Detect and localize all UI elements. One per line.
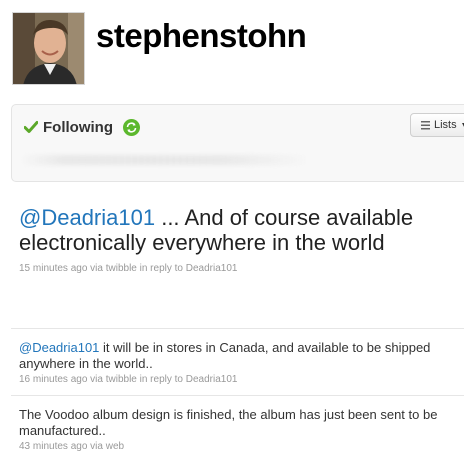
list-icon — [421, 120, 430, 129]
timeline-tweet: The Voodoo album design is finished, the… — [19, 407, 449, 452]
featured-tweet-meta: 15 minutes ago via twibble in reply to D… — [19, 263, 238, 274]
mention-link[interactable]: @Deadria101 — [19, 340, 99, 355]
profile-avatar[interactable] — [12, 12, 85, 85]
tweet-text: The Voodoo album design is finished, the… — [19, 407, 449, 439]
timeline-tweet: @Deadria101 it will be in stores in Cana… — [19, 340, 449, 385]
featured-tweet-text: @Deadria101 ... And of course available … — [19, 205, 459, 255]
following-label: Following — [43, 118, 113, 136]
tweet-body: The Voodoo album design is finished, the… — [19, 407, 438, 438]
avatar-image — [13, 13, 84, 84]
tweet-text: @Deadria101 it will be in stores in Cana… — [19, 340, 449, 372]
follow-status-panel: Following Lists ▼ — [11, 104, 464, 182]
lists-button[interactable]: Lists ▼ — [410, 113, 464, 137]
featured-tweet: @Deadria101 ... And of course available … — [19, 205, 459, 274]
caret-down-icon: ▼ — [461, 122, 464, 129]
tweet-meta: 43 minutes ago via web — [19, 441, 125, 452]
profile-username: stephenstohn — [96, 17, 307, 54]
tweet-divider — [11, 395, 464, 396]
lists-label: Lists — [434, 119, 457, 131]
mention-link[interactable]: @Deadria101 — [19, 205, 155, 230]
obscured-text — [20, 155, 310, 165]
following-status: Following — [24, 117, 140, 137]
tweet-divider — [11, 328, 464, 329]
check-icon — [24, 121, 38, 133]
refresh-icon[interactable] — [122, 118, 140, 136]
tweet-meta: 16 minutes ago via twibble in reply to D… — [19, 374, 238, 385]
